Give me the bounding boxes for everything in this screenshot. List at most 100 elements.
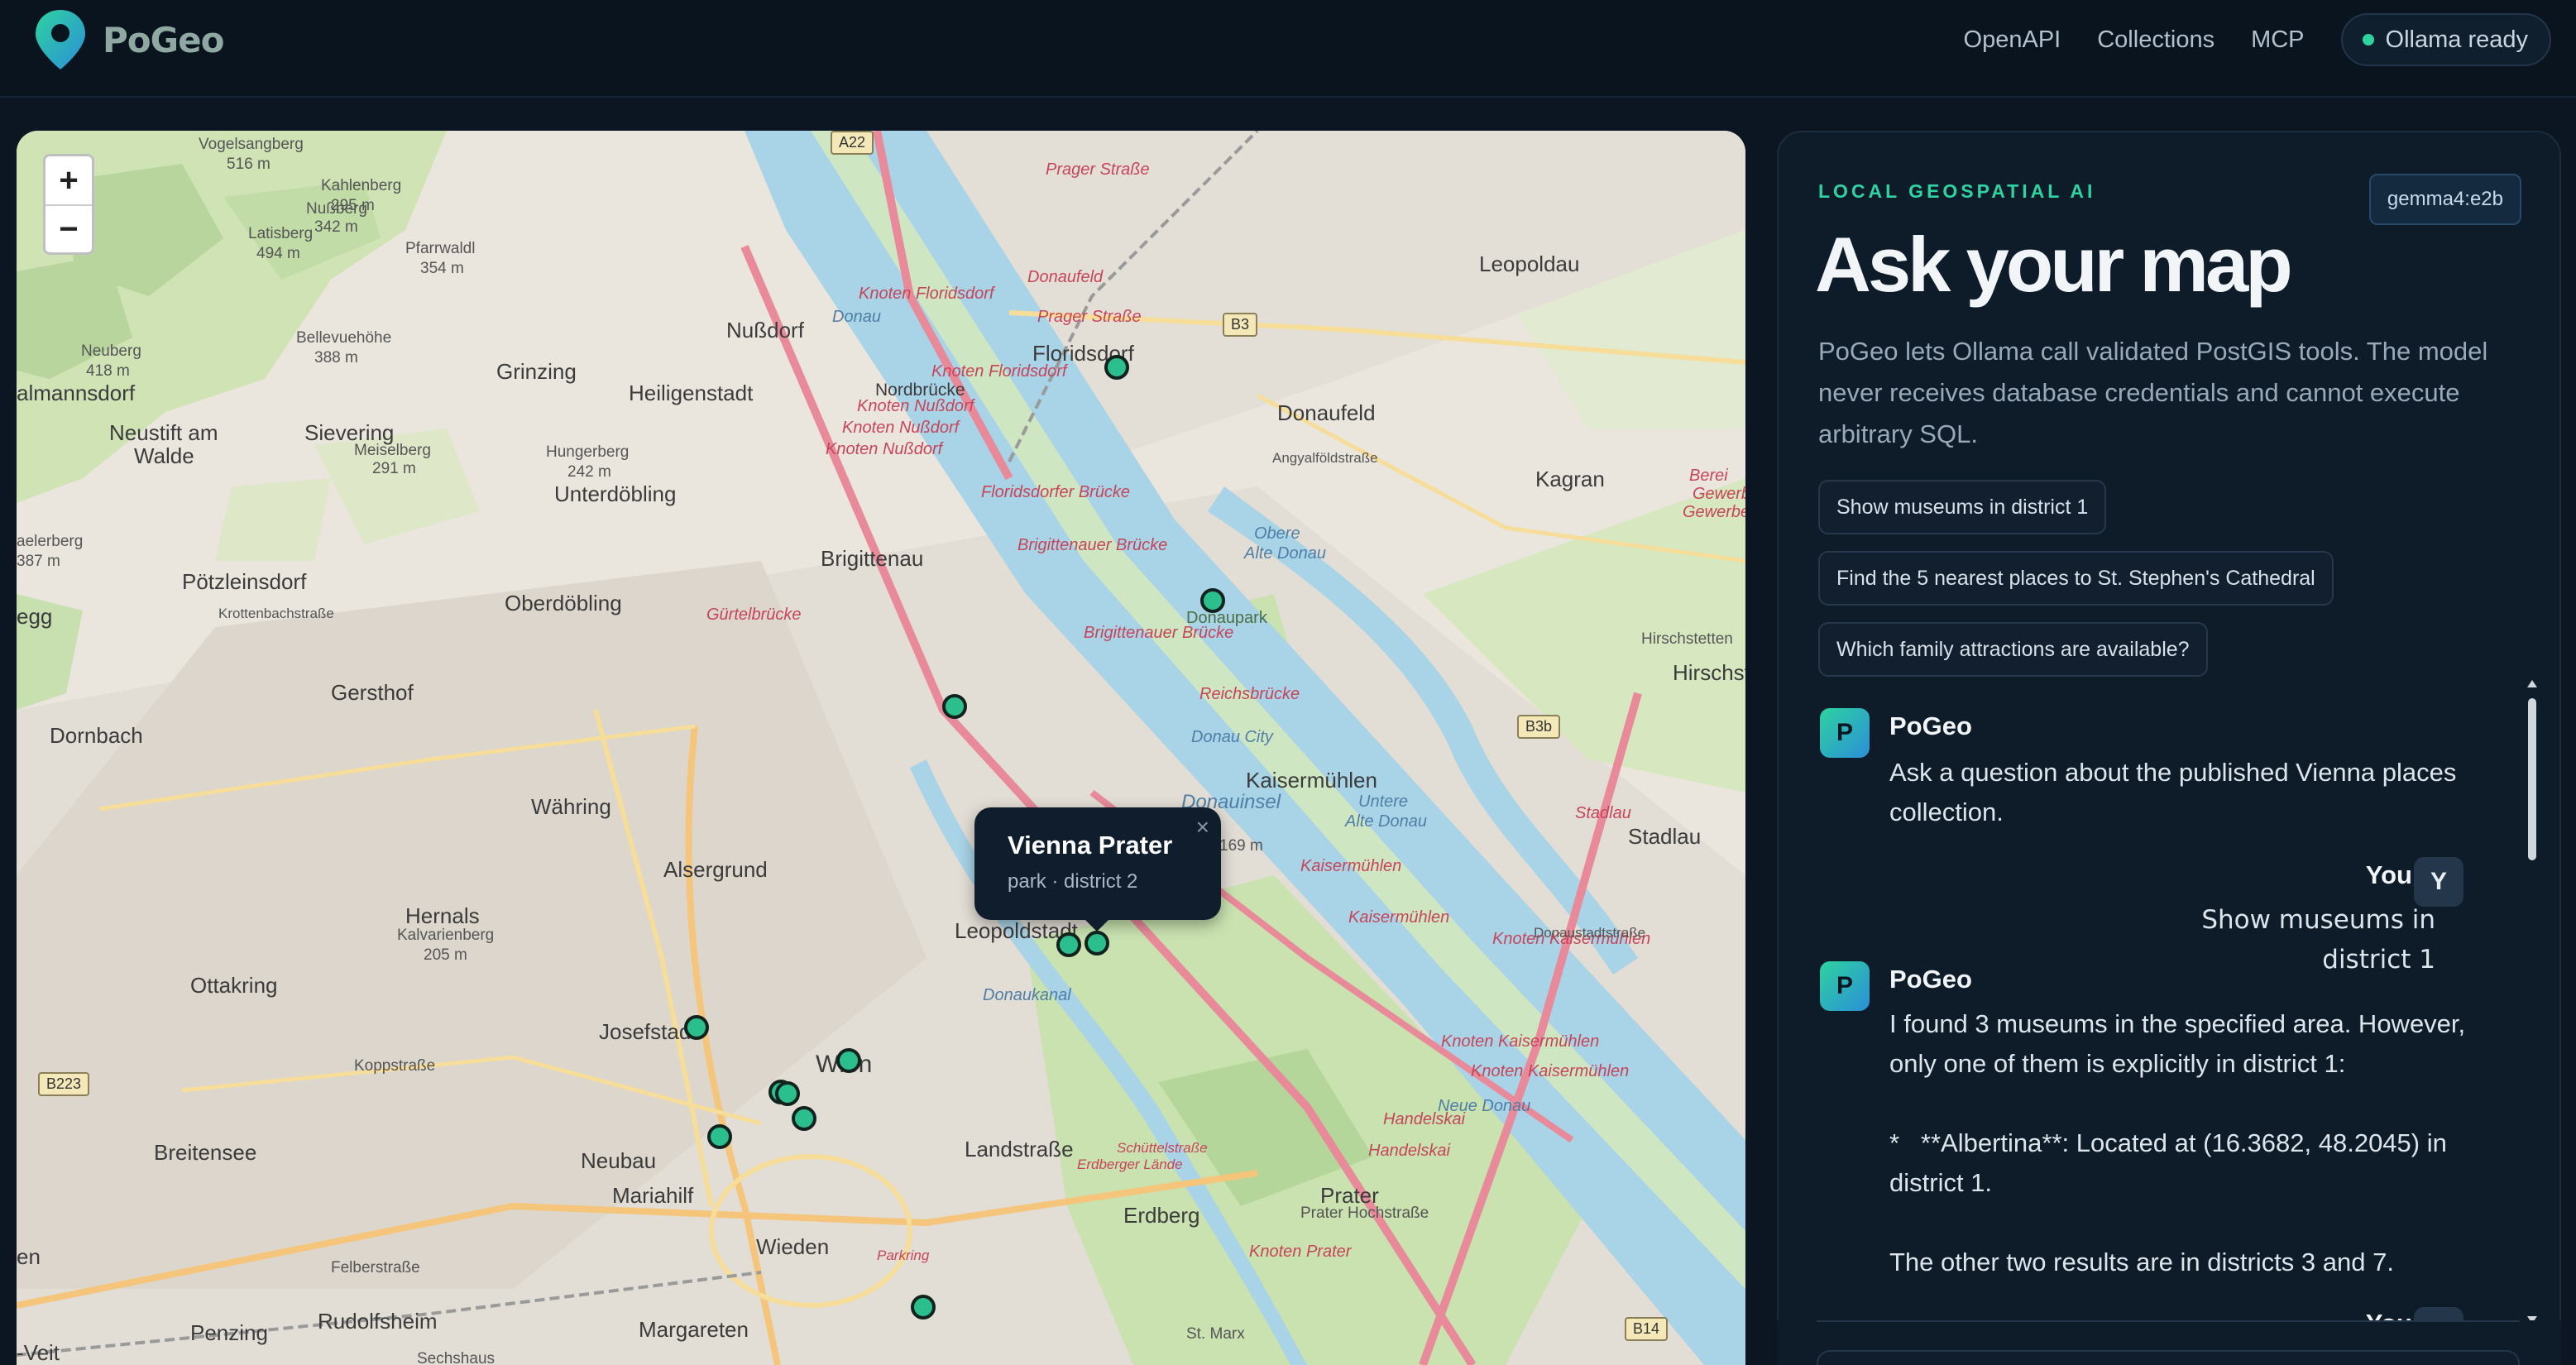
map-label: Landstraße [965, 1137, 1074, 1161]
message-sender: PoGeo [1889, 965, 1972, 994]
map-label: Erdberg [1123, 1203, 1200, 1228]
brand-name: PoGeo [103, 19, 224, 60]
map-label: Alte Donau [1345, 812, 1427, 831]
chat-scrollbar[interactable] [2526, 680, 2538, 1324]
message-sender: PoGeo [1889, 711, 1972, 740]
map-label: Prager Straße [1046, 160, 1150, 179]
map-label: Dornbach [50, 723, 143, 748]
map-label: Sechshaus [417, 1350, 496, 1365]
user-avatar: Y [2414, 1307, 2463, 1320]
chat-divider [1817, 1320, 2520, 1322]
suggestion-chip[interactable]: Find the 5 nearest places to St. Stephen… [1818, 551, 2334, 606]
map-label: Koppstraße [354, 1057, 436, 1075]
map-label: Obere [1254, 524, 1300, 543]
map-label: Oberdöbling [505, 591, 622, 615]
map-tiles[interactable] [17, 131, 1745, 1365]
zoom-control: + − [43, 154, 94, 255]
place-marker[interactable] [775, 1081, 800, 1106]
map-label: Alsergrund [663, 857, 768, 882]
map-label: Donaufeld [1027, 268, 1104, 286]
map-label: Währing [531, 794, 611, 819]
map-label: Hernals [405, 903, 480, 928]
map-label: Nußdorf [726, 318, 804, 342]
main-nav: OpenAPI Collections MCP Ollama ready [1964, 13, 2551, 66]
map-label: Knoten Floridsdorf [859, 285, 994, 303]
panel-eyebrow: LOCAL GEOSPATIAL AI [1818, 180, 2096, 202]
map-label: Prater Hochstraße [1300, 1205, 1429, 1222]
map-label: Bellevuehöhe [296, 329, 392, 347]
suggestion-chip[interactable]: Show museums in district 1 [1818, 480, 2107, 534]
scroll-up-icon[interactable] [2527, 680, 2537, 687]
panel-title: Ask your map [1815, 221, 2293, 308]
user-avatar: Y [2414, 857, 2463, 907]
place-marker[interactable] [1056, 932, 1081, 957]
place-marker[interactable] [1200, 588, 1225, 613]
map-label: Angyalföldstraße [1272, 450, 1378, 466]
map-label: Donaukanal [983, 986, 1071, 1004]
map-label: Penzing [190, 1320, 268, 1345]
map-label: Wieden [756, 1234, 830, 1259]
map-label: 516 m [227, 156, 271, 173]
map-label: Floridsdorfer Brücke [981, 483, 1131, 501]
brand[interactable]: PoGeo [33, 8, 224, 71]
model-badge: gemma4:e2b [2368, 174, 2521, 225]
map-label: Gersthof [331, 680, 414, 705]
map-label: Kaisermühlen [1246, 768, 1377, 793]
map-label: 418 m [86, 362, 130, 380]
message-sender: You [2366, 1309, 2412, 1320]
map-label: Stadlau [1628, 824, 1702, 849]
map-label: Schüttelstraße [1117, 1140, 1208, 1156]
bot-avatar: P [1820, 708, 1870, 758]
map-label: Knoten Prater [1249, 1243, 1352, 1261]
map-label: Gewerbep [1683, 503, 1745, 521]
map-label: 387 m [17, 553, 60, 570]
message-sender: You [2365, 860, 2412, 889]
map-view[interactable]: Vogelsangberg 516 m kogel 4 m Kahlenberg… [17, 131, 1745, 1365]
place-marker[interactable] [792, 1106, 816, 1131]
place-marker-vienna-prater[interactable] [1085, 931, 1109, 956]
place-marker[interactable] [942, 694, 967, 719]
zoom-out-button[interactable]: − [45, 204, 92, 252]
popup-close-icon[interactable]: × [1196, 814, 1209, 841]
place-popup: × Vienna Prater park · district 2 [974, 807, 1221, 932]
map-label: Donau [832, 308, 881, 326]
map-label: Nußberg [306, 200, 367, 218]
place-marker[interactable] [707, 1124, 732, 1149]
map-label: Donau City [1191, 728, 1273, 746]
scroll-thumb[interactable] [2528, 698, 2536, 860]
map-label: Latisberg [248, 225, 314, 242]
nav-collections-link[interactable]: Collections [2097, 26, 2214, 54]
map-label: Knoten Kaisermühlen [1441, 1032, 1600, 1051]
map-label: Knoten Floridsdorf [931, 362, 1067, 381]
road-shield: B3 [1223, 313, 1258, 337]
road-shield: B3b [1517, 715, 1561, 739]
place-marker[interactable] [911, 1295, 936, 1320]
place-marker[interactable] [836, 1048, 861, 1073]
map-label: en [17, 1244, 41, 1269]
zoom-in-button[interactable]: + [45, 156, 92, 204]
map-label: Grinzing [496, 359, 577, 384]
nav-openapi-link[interactable]: OpenAPI [1964, 26, 2061, 54]
map-label: Unterdöbling [554, 481, 677, 506]
map-label: Pötzleinsdorf [182, 569, 307, 594]
chat-input[interactable] [1817, 1350, 2520, 1365]
place-marker[interactable] [684, 1015, 709, 1040]
map-label: Kagran [1535, 467, 1605, 491]
map-label: 291 m [372, 460, 416, 477]
road-shield: B223 [38, 1072, 90, 1096]
message-text: Ask a question about the published Vienn… [1889, 758, 2464, 826]
map-label: Donaustadtstraße [1534, 925, 1646, 941]
status-dot-icon [2362, 34, 2374, 46]
map-label: Kahlenberg [321, 177, 402, 194]
chat-message-user: You Y [1820, 857, 2507, 907]
nav-mcp-link[interactable]: MCP [2251, 26, 2304, 54]
chat-footer [1777, 1320, 2561, 1365]
map-label: Meiselberg [354, 442, 431, 459]
map-label: 205 m [424, 946, 467, 964]
road-shield: A22 [831, 131, 874, 155]
place-marker[interactable] [1104, 355, 1129, 380]
map-label: Neubau [581, 1148, 657, 1173]
suggestion-chip[interactable]: Which family attractions are available? [1818, 622, 2208, 677]
map-label: -Veit [17, 1340, 60, 1365]
map-label: Knoten Nußdorf [842, 419, 960, 437]
